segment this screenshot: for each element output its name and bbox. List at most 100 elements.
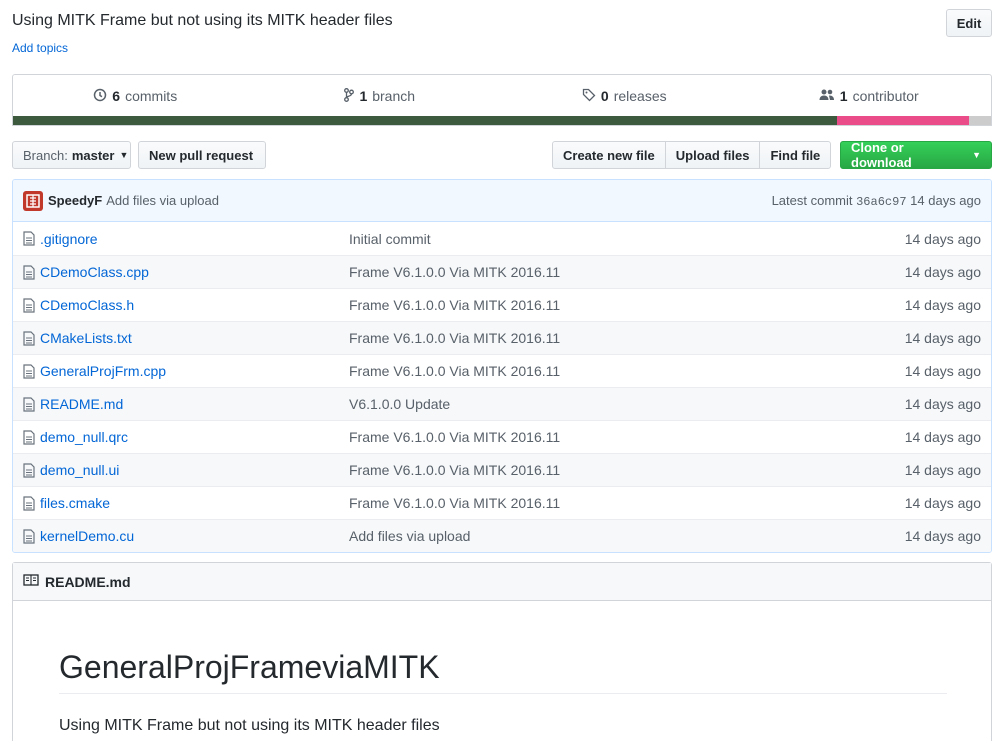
commits-label: commits <box>125 88 178 104</box>
file-icon <box>13 330 40 346</box>
releases-count: 0 <box>600 88 609 104</box>
file-list: .gitignore Initial commit 14 days ago CDemo… <box>13 222 991 552</box>
caret-down-icon: ▼ <box>119 150 129 160</box>
file-name-link[interactable]: .gitignore <box>40 231 349 247</box>
branches-link[interactable]: 1 branch <box>258 87 503 105</box>
latest-commit-label: Latest commit <box>771 192 853 208</box>
history-icon <box>93 88 107 105</box>
commits-count: 6 <box>112 88 121 104</box>
file-name-link[interactable]: README.md <box>40 396 349 412</box>
language-segment[interactable] <box>837 116 970 125</box>
file-name-link[interactable]: kernelDemo.cu <box>40 528 349 544</box>
readme-title: GeneralProjFrameviaMITK <box>59 649 947 694</box>
add-topics-link[interactable]: Add topics <box>12 41 68 55</box>
file-row: CDemoClass.h Frame V6.1.0.0 Via MITK 2016… <box>13 288 991 321</box>
file-commit-age: 14 days ago <box>904 495 981 511</box>
file-commit-age: 14 days ago <box>904 462 981 478</box>
commit-message[interactable]: Add files via upload <box>106 193 219 208</box>
clone-or-download-button[interactable]: Clone or download ▼ <box>840 140 992 170</box>
file-commit-message[interactable]: Frame V6.1.0.0 Via MITK 2016.11 <box>349 330 871 346</box>
releases-link[interactable]: 0 releases <box>502 88 747 105</box>
file-row: README.md V6.1.0.0 Update 14 days ago <box>13 387 991 420</box>
find-file-button[interactable]: Find file <box>759 141 832 169</box>
file-commit-message[interactable]: Initial commit <box>349 231 871 247</box>
file-icon <box>13 462 40 478</box>
upload-files-button[interactable]: Upload files <box>664 141 761 169</box>
language-bar[interactable] <box>13 116 991 125</box>
file-commit-age: 14 days ago <box>904 264 981 280</box>
file-row: kernelDemo.cu Add files via upload 14 days… <box>13 519 991 552</box>
file-commit-age: 14 days ago <box>904 528 981 544</box>
file-icon <box>13 396 40 412</box>
create-new-file-button[interactable]: Create new file <box>552 141 666 169</box>
file-row: CDemoClass.cpp Frame V6.1.0.0 Via MITK 20… <box>13 255 991 288</box>
branch-prefix: Branch: <box>23 147 68 163</box>
file-row: demo_null.qrc Frame V6.1.0.0 Via MITK 201… <box>13 420 991 453</box>
edit-button[interactable]: Edit <box>946 9 992 37</box>
readme-header: README.md <box>13 563 991 601</box>
file-name-link[interactable]: demo_null.qrc <box>40 429 349 445</box>
file-commit-message[interactable]: Frame V6.1.0.0 Via MITK 2016.11 <box>349 495 871 511</box>
contributor-label: contributor <box>852 88 919 104</box>
file-icon <box>13 429 40 445</box>
repo-summary: 6 commits 1 branch 0 releases 1 contribu… <box>12 74 992 126</box>
people-icon <box>819 88 835 105</box>
commit-sha[interactable]: 36a6c97 <box>856 195 906 209</box>
file-name-link[interactable]: CMakeLists.txt <box>40 330 349 346</box>
readme-filename: README.md <box>45 573 131 590</box>
contributors-link[interactable]: 1 contributor <box>747 88 992 105</box>
file-name-link[interactable]: files.cmake <box>40 495 349 511</box>
file-browser: SpeedyF Add files via upload Latest comm… <box>12 179 992 553</box>
file-row: .gitignore Initial commit 14 days ago <box>13 222 991 255</box>
commits-link[interactable]: 6 commits <box>13 88 258 105</box>
avatar[interactable] <box>23 190 43 211</box>
file-commit-message[interactable]: Add files via upload <box>349 528 871 544</box>
file-icon <box>13 297 40 313</box>
file-commit-age: 14 days ago <box>904 230 981 247</box>
file-commit-age: 14 days ago <box>904 363 981 379</box>
file-name-link[interactable]: CDemoClass.cpp <box>40 264 349 280</box>
latest-commit-bar: SpeedyF Add files via upload Latest comm… <box>13 180 991 222</box>
contributor-count: 1 <box>839 88 848 104</box>
branch-count: 1 <box>359 88 368 104</box>
clone-label: Clone or download <box>851 140 912 170</box>
file-name-link[interactable]: demo_null.ui <box>40 462 349 478</box>
tag-icon <box>582 88 596 105</box>
file-row: files.cmake Frame V6.1.0.0 Via MITK 2016.… <box>13 486 991 519</box>
file-icon <box>13 528 40 544</box>
branch-name: master <box>71 147 115 163</box>
readme-text: Using MITK Frame but not using its MITK … <box>59 717 440 734</box>
file-row: demo_null.ui Frame V6.1.0.0 Via MITK 2016… <box>13 453 991 486</box>
readme-panel: README.md GeneralProjFrameviaMITK Using … <box>12 562 992 741</box>
latest-commit-info: Latest commit 36a6c97 14 days ago <box>772 193 981 209</box>
file-commit-age: 14 days ago <box>904 330 981 346</box>
file-commit-message[interactable]: Frame V6.1.0.0 Via MITK 2016.11 <box>349 264 871 280</box>
file-name-link[interactable]: CDemoClass.h <box>40 297 349 313</box>
file-commit-message[interactable]: V6.1.0.0 Update <box>349 396 871 412</box>
branch-select-button[interactable]: Branch: master ▼ <box>12 141 131 169</box>
file-icon <box>13 231 40 246</box>
language-segment[interactable] <box>13 116 838 125</box>
file-commit-age: 14 days ago <box>904 297 981 313</box>
file-row: CMakeLists.txt Frame V6.1.0.0 Via MITK 20… <box>13 321 991 354</box>
file-icon <box>13 495 40 511</box>
new-pull-request-button[interactable]: New pull request <box>138 141 266 169</box>
file-commit-message[interactable]: Frame V6.1.0.0 Via MITK 2016.11 <box>349 429 871 445</box>
file-commit-age: 14 days ago <box>904 396 981 412</box>
file-row: GeneralProjFrm.cpp Frame V6.1.0.0 Via MIT… <box>13 354 991 387</box>
file-icon <box>13 363 40 379</box>
branch-icon <box>344 87 355 105</box>
book-icon <box>23 573 39 590</box>
file-commit-message[interactable]: Frame V6.1.0.0 Via MITK 2016.11 <box>349 297 871 313</box>
file-commit-message[interactable]: Frame V6.1.0.0 Via MITK 2016.11 <box>349 462 871 478</box>
commit-author[interactable]: SpeedyF <box>48 193 102 208</box>
releases-label: releases <box>613 88 667 104</box>
commit-age: 14 days ago <box>910 192 981 208</box>
file-actions-group: Create new file Upload files Find file <box>552 141 832 169</box>
branch-label: branch <box>372 88 416 104</box>
file-name-link[interactable]: GeneralProjFrm.cpp <box>40 363 349 379</box>
language-segment[interactable] <box>969 116 991 125</box>
file-commit-age: 14 days ago <box>904 429 981 445</box>
file-icon <box>13 264 40 280</box>
file-commit-message[interactable]: Frame V6.1.0.0 Via MITK 2016.11 <box>349 363 871 379</box>
